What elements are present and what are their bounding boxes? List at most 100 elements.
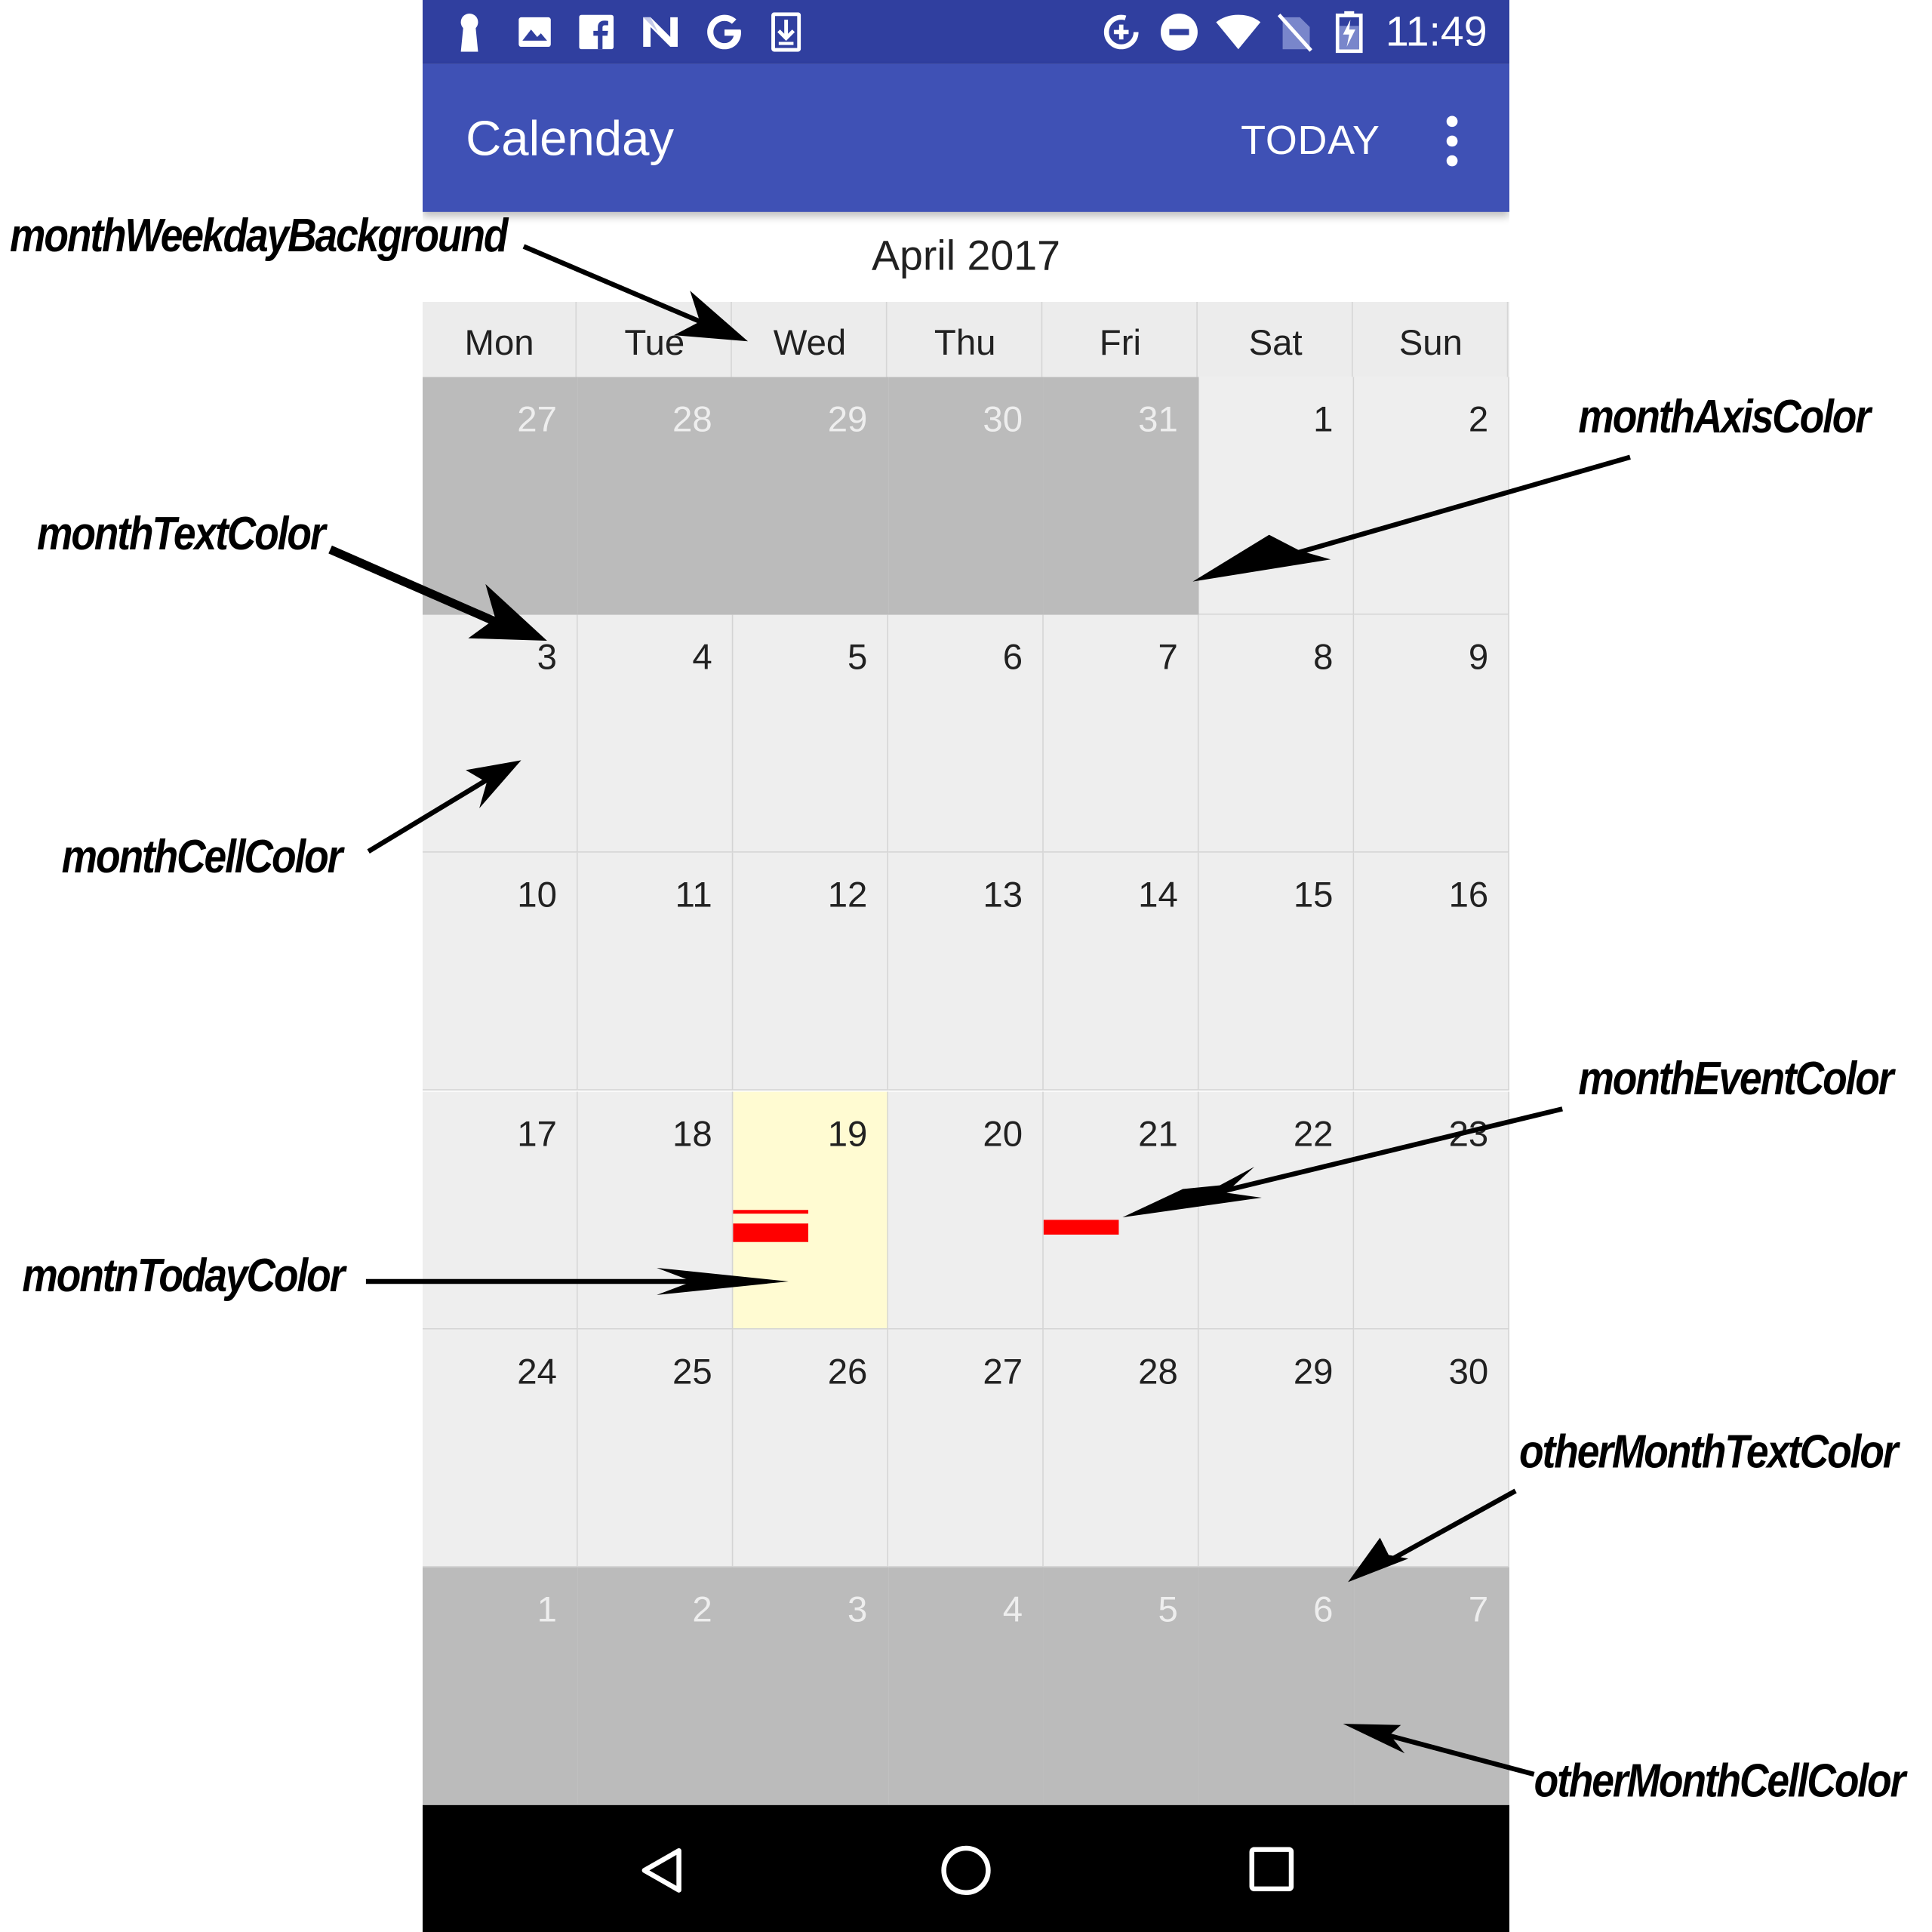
day-cell[interactable]: 22 (1198, 1091, 1355, 1330)
month-grid: 27 28 29 30 31 1 2 3 4 5 6 7 8 9 10 11 12 13 14 15 16 17 18 19 2… (423, 377, 1510, 1805)
other-month-day-cell[interactable]: 28 (577, 377, 734, 615)
day-cell[interactable]: 8 (1198, 614, 1355, 854)
day-number: 30 (983, 400, 1023, 440)
download-icon (770, 12, 801, 52)
month-title: April 2017 (872, 232, 1060, 280)
day-number: 17 (517, 1114, 557, 1154)
day-number: 2 (1468, 400, 1489, 440)
navigation-bar (423, 1804, 1510, 1932)
day-cell[interactable]: 24 (423, 1329, 578, 1567)
day-cell[interactable]: 28 (1043, 1329, 1199, 1567)
day-cell[interactable]: 26 (733, 1329, 889, 1567)
more-vert-icon[interactable] (1433, 111, 1470, 173)
label-month-event-color: monthEventColor (1578, 1053, 1894, 1106)
label-month-text-color: monthTextColor (36, 509, 326, 561)
day-number: 5 (1158, 1590, 1178, 1630)
home-circle-icon[interactable] (940, 1844, 992, 1903)
facebook-icon (578, 12, 615, 51)
day-number: 6 (1313, 1590, 1334, 1630)
day-number: 3 (848, 1590, 868, 1630)
other-month-day-cell[interactable]: 7 (1354, 1567, 1510, 1805)
day-cell[interactable]: 12 (733, 853, 889, 1091)
other-month-day-cell[interactable]: 3 (733, 1567, 889, 1805)
back-triangle-icon[interactable] (637, 1846, 686, 1901)
n-logo-icon (639, 12, 681, 51)
day-cell-today[interactable]: 19 (733, 1091, 889, 1330)
day-number: 27 (517, 400, 557, 440)
other-month-day-cell[interactable]: 27 (423, 377, 578, 615)
day-number: 2 (692, 1590, 712, 1630)
day-number: 3 (537, 638, 557, 678)
day-cell[interactable]: 10 (423, 853, 578, 1091)
do-not-disturb-icon (1159, 12, 1198, 51)
today-button[interactable]: TODAY (1241, 115, 1380, 165)
day-cell[interactable]: 3 (423, 614, 578, 854)
other-month-day-cell[interactable]: 29 (733, 377, 889, 615)
day-number: 12 (827, 876, 868, 916)
day-cell[interactable]: 11 (577, 853, 734, 1091)
figure-canvas: 11:49 Calenday TODAY April 2017 Mon Tue We… (0, 0, 1932, 1932)
day-cell[interactable]: 18 (577, 1091, 734, 1330)
day-number: 14 (1138, 876, 1178, 916)
other-month-day-cell[interactable]: 31 (1043, 377, 1199, 615)
day-cell[interactable]: 4 (577, 614, 734, 854)
other-month-day-cell[interactable]: 1 (423, 1567, 578, 1805)
day-number: 28 (672, 400, 712, 440)
other-month-day-cell[interactable]: 5 (1043, 1567, 1199, 1805)
status-bar: 11:49 (423, 0, 1510, 64)
day-cell[interactable]: 21 (1043, 1091, 1199, 1330)
day-number: 26 (827, 1352, 868, 1392)
day-number: 22 (1293, 1114, 1334, 1154)
label-other-month-cell-color: otherMonthCellColor (1534, 1755, 1906, 1808)
day-cell[interactable]: 20 (888, 1091, 1044, 1330)
day-cell[interactable]: 9 (1354, 614, 1510, 854)
weekday-fri: Fri (1044, 302, 1198, 377)
day-cell[interactable]: 16 (1354, 853, 1510, 1091)
day-cell[interactable]: 23 (1354, 1091, 1510, 1330)
day-cell[interactable]: 13 (888, 853, 1044, 1091)
day-number: 24 (517, 1352, 557, 1392)
google-icon (703, 12, 746, 51)
other-month-day-cell[interactable]: 4 (888, 1567, 1044, 1805)
day-number: 25 (672, 1352, 712, 1392)
other-month-day-cell[interactable]: 2 (577, 1567, 734, 1805)
day-cell[interactable]: 29 (1198, 1329, 1355, 1567)
day-number: 18 (672, 1114, 712, 1154)
day-cell[interactable]: 6 (888, 614, 1044, 854)
day-cell[interactable]: 1 (1198, 377, 1355, 615)
day-cell[interactable]: 7 (1043, 614, 1199, 854)
day-number: 19 (827, 1114, 868, 1154)
day-cell[interactable]: 17 (423, 1091, 578, 1330)
day-number: 4 (692, 638, 712, 678)
clock: 11:49 (1385, 8, 1487, 56)
event-bar[interactable] (733, 1209, 809, 1214)
other-month-day-cell[interactable]: 6 (1198, 1567, 1355, 1805)
app-title: Calenday (466, 112, 675, 167)
day-cell[interactable]: 15 (1198, 853, 1355, 1091)
day-number: 1 (537, 1590, 557, 1630)
image-icon (516, 12, 553, 51)
day-cell[interactable]: 30 (1354, 1329, 1510, 1567)
weekday-mon: Mon (423, 302, 577, 377)
day-number: 1 (1313, 400, 1334, 440)
weekday-wed: Wed (733, 302, 888, 377)
day-cell[interactable]: 27 (888, 1329, 1044, 1567)
day-cell[interactable]: 25 (577, 1329, 734, 1567)
weekday-sat: Sat (1199, 302, 1354, 377)
day-number: 8 (1313, 638, 1334, 678)
day-cell[interactable]: 14 (1043, 853, 1199, 1091)
event-bar[interactable] (1043, 1219, 1119, 1235)
day-cell[interactable]: 5 (733, 614, 889, 854)
day-number: 15 (1293, 876, 1334, 916)
battery-charging-icon (1335, 11, 1363, 54)
day-number: 20 (983, 1114, 1023, 1154)
event-bar[interactable] (733, 1223, 809, 1241)
app-bar: Calenday TODAY (423, 63, 1510, 212)
wifi-icon (1215, 12, 1262, 51)
weekday-tue: Tue (578, 302, 733, 377)
day-number: 27 (983, 1352, 1023, 1392)
recents-square-icon[interactable] (1249, 1847, 1294, 1897)
day-cell[interactable]: 2 (1354, 377, 1510, 615)
day-number: 5 (848, 638, 868, 678)
other-month-day-cell[interactable]: 30 (888, 377, 1044, 615)
